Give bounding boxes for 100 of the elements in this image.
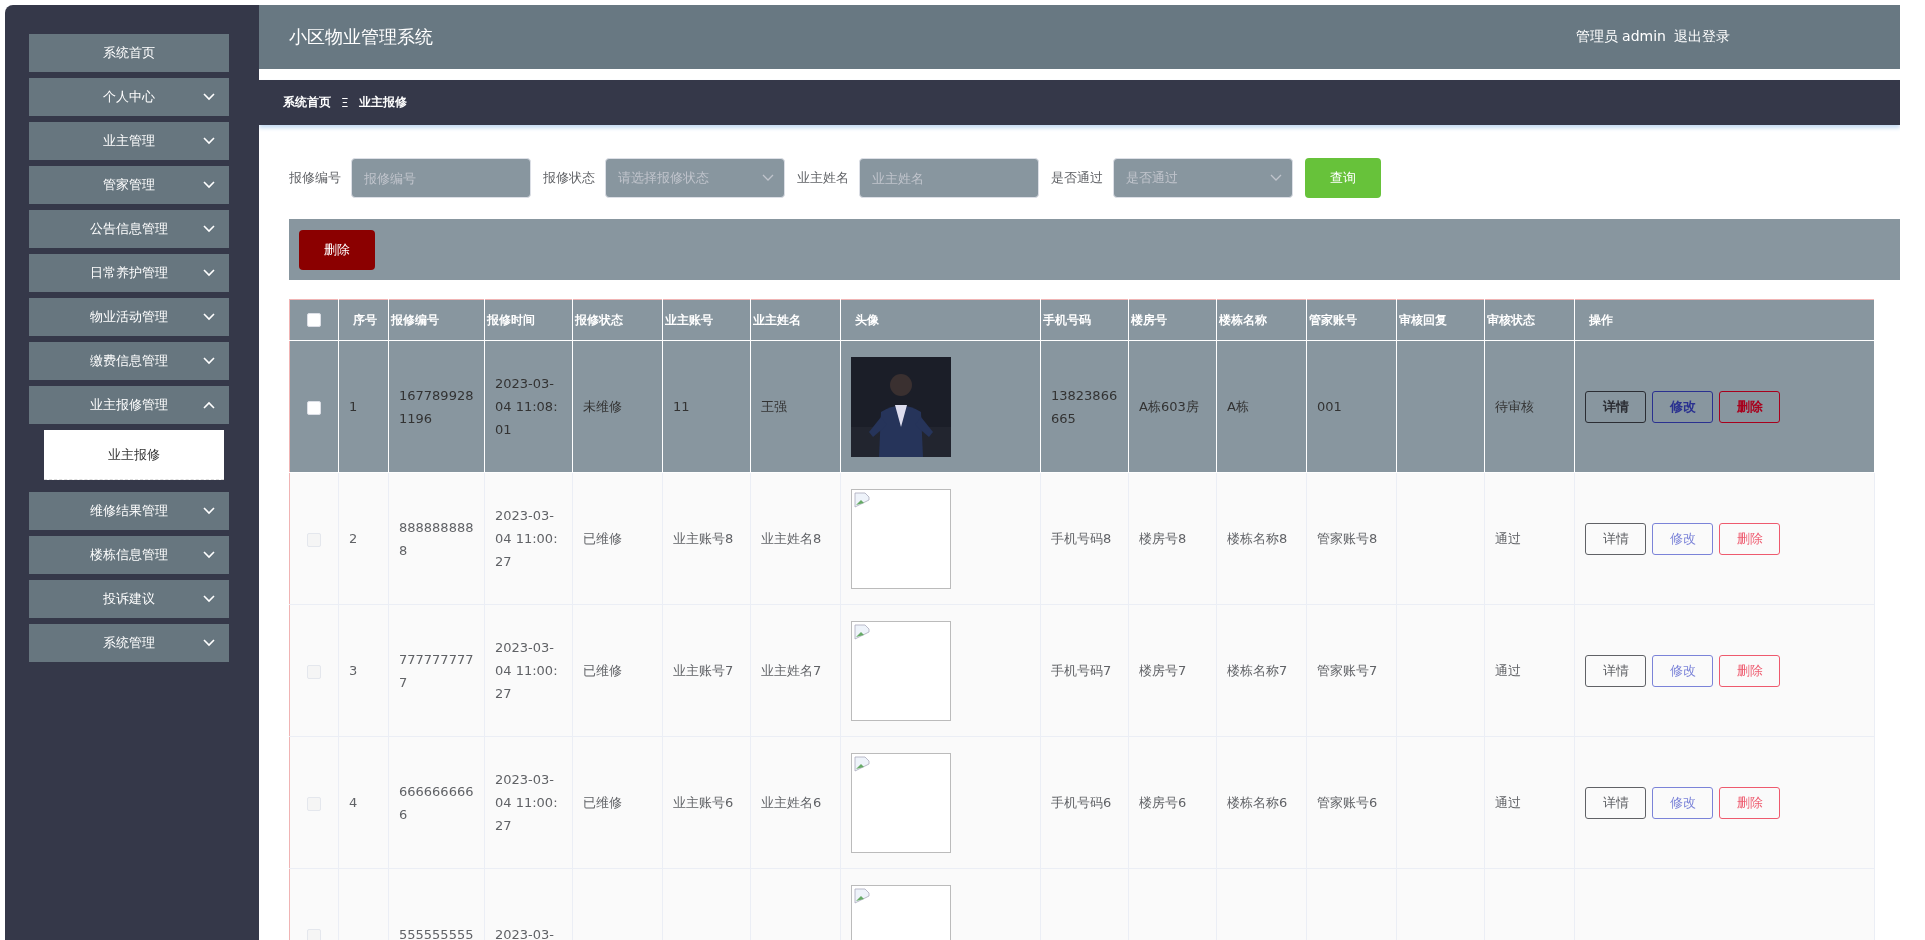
edit-button[interactable]: 修改 xyxy=(1652,654,1713,687)
manager-account: 管家账号7 xyxy=(1317,663,1378,678)
owner-name: 业主姓名7 xyxy=(761,663,822,678)
table-row[interactable]: 2 8888888888 2023-03-04 11:00:27 已维修 业主账号8 业主姓名8 手机号码8 楼房号8 楼栋名称8 管家账号8 通过 详情 修改 删除 xyxy=(289,472,1875,605)
select-all-checkbox[interactable] xyxy=(307,313,321,328)
filter-label: 是否通过 xyxy=(1051,169,1103,187)
repair-time: 2023-03- xyxy=(495,927,554,940)
phone-number: 手机号码8 xyxy=(1051,531,1112,546)
manager-account: 001 xyxy=(1317,399,1342,414)
owner-name: 业主姓名6 xyxy=(761,795,822,810)
app-title: 小区物业管理系统 xyxy=(289,25,433,49)
delete-button[interactable]: 删除 xyxy=(1719,654,1780,687)
sidebar-item[interactable]: 维修结果管理 xyxy=(29,492,229,530)
delete-button[interactable]: 删除 xyxy=(1719,522,1780,555)
building-name: 楼栋名称8 xyxy=(1227,531,1288,546)
repair-code: 1677899281196 xyxy=(399,387,474,426)
table-row[interactable]: 4 6666666666 2023-03-04 11:00:27 已维修 业主账号6 业主姓名6 手机号码6 楼房号6 楼栋名称6 管家账号6 通过 详情 修改 删除 xyxy=(289,736,1875,869)
table-row[interactable]: 3 7777777777 2023-03-04 11:00:27 已维修 业主账号7 业主姓名7 手机号码7 楼房号7 楼栋名称7 管家账号7 通过 详情 修改 删除 xyxy=(289,604,1875,737)
filter-label: 业主姓名 xyxy=(797,169,849,187)
delete-button[interactable]: 删除 xyxy=(1719,390,1780,423)
sidebar-item[interactable]: 日常养护管理 xyxy=(29,254,229,292)
column-header: 序号 xyxy=(338,299,389,341)
owner-account: 业主账号7 xyxy=(673,663,734,678)
sidebar-item[interactable]: 业主管理 xyxy=(29,122,229,160)
repair-code: 555555555 xyxy=(399,927,474,940)
filter-label: 报修状态 xyxy=(543,169,595,187)
column-header: 报修时间 xyxy=(484,299,573,341)
owner-name: 王强 xyxy=(761,399,787,414)
repair-status: 未维修 xyxy=(583,399,622,414)
row-number: 1 xyxy=(349,399,358,414)
details-button[interactable]: 详情 xyxy=(1585,654,1646,687)
column-header: 管家账号 xyxy=(1306,299,1397,341)
sidebar-item[interactable]: 楼栋信息管理 xyxy=(29,536,229,574)
sidebar-item[interactable]: 业主报修管理 xyxy=(29,386,229,424)
breadcrumb-current: 业主报修 xyxy=(358,94,407,111)
audit-status: 待审核 xyxy=(1495,399,1534,414)
phone-number: 13823866665 xyxy=(1051,387,1118,426)
column-header: 楼栋名称 xyxy=(1216,299,1307,341)
room-number: 楼房号6 xyxy=(1139,795,1187,810)
edit-button[interactable]: 修改 xyxy=(1652,390,1713,423)
column-header: 业主姓名 xyxy=(750,299,841,341)
edit-button[interactable]: 修改 xyxy=(1652,522,1713,555)
building-name: 楼栋名称6 xyxy=(1227,795,1288,810)
broken-image-icon xyxy=(854,755,870,772)
column-header: 楼房号 xyxy=(1128,299,1217,341)
user-name: 管理员 admin xyxy=(1575,28,1666,46)
details-button[interactable]: 详情 xyxy=(1585,786,1646,819)
breadcrumb-separator: Ξ xyxy=(341,95,349,110)
row-number: 2 xyxy=(349,531,358,546)
sidebar-subitem[interactable]: 业主报修 xyxy=(44,430,224,480)
audit-status: 通过 xyxy=(1495,663,1521,678)
filter-label: 报修编号 xyxy=(289,169,341,187)
owner-account: 11 xyxy=(673,399,690,414)
details-button[interactable]: 详情 xyxy=(1585,522,1646,555)
delete-button[interactable]: 删除 xyxy=(299,229,375,270)
sidebar-item[interactable]: 公告信息管理 xyxy=(29,210,229,248)
room-number: A栋603房 xyxy=(1139,399,1199,414)
phone-number: 手机号码7 xyxy=(1051,663,1112,678)
column-header: 报修编号 xyxy=(388,299,485,341)
repair-time: 2023-03-04 11:00:27 xyxy=(495,772,558,833)
repair-time: 2023-03-04 11:00:27 xyxy=(495,508,558,569)
owner-name: 业主姓名8 xyxy=(761,531,822,546)
row-number: 3 xyxy=(349,663,358,678)
repair-time: 2023-03-04 11:08:01 xyxy=(495,376,558,437)
column-header: 报修状态 xyxy=(572,299,663,341)
column-header: 手机号码 xyxy=(1040,299,1129,341)
sidebar-item[interactable]: 投诉建议 xyxy=(29,580,229,618)
column-header: 审核状态 xyxy=(1484,299,1575,341)
manager-account: 管家账号8 xyxy=(1317,531,1378,546)
repair-status: 已维修 xyxy=(583,663,622,678)
sidebar-item[interactable]: 个人中心 xyxy=(29,78,229,116)
column-header: 审核回复 xyxy=(1396,299,1485,341)
details-button[interactable]: 详情 xyxy=(1585,390,1646,423)
column-header: 业主账号 xyxy=(662,299,751,341)
edit-button[interactable]: 修改 xyxy=(1652,786,1713,819)
sidebar-item[interactable]: 系统管理 xyxy=(29,624,229,662)
sidebar-item[interactable]: 管家管理 xyxy=(29,166,229,204)
column-header: 操作 xyxy=(1574,299,1875,341)
chevron-down-icon xyxy=(762,174,774,182)
building-name: A栋 xyxy=(1227,399,1249,414)
repair-code: 6666666666 xyxy=(399,783,474,822)
repair-status: 已维修 xyxy=(583,531,622,546)
repair-code: 8888888888 xyxy=(399,519,474,558)
sidebar-item[interactable]: 缴费信息管理 xyxy=(29,342,229,380)
repair-code: 7777777777 xyxy=(399,651,474,690)
sidebar-item[interactable]: 物业活动管理 xyxy=(29,298,229,336)
table-row[interactable]: 1 1677899281196 2023-03-04 11:08:01 未维修 11 王强 13823866665 A栋603房 A栋 001 待审核 详情 修改 删除 xyxy=(289,340,1875,473)
row-checkbox[interactable] xyxy=(307,400,321,415)
logout-link[interactable]: 退出登录 xyxy=(1674,28,1730,46)
sidebar-item[interactable]: 系统首页 xyxy=(29,34,229,72)
table-row[interactable]: 555555555 2023-03- xyxy=(289,868,1875,940)
broken-image-icon xyxy=(854,887,870,904)
audit-status: 通过 xyxy=(1495,795,1521,810)
room-number: 楼房号8 xyxy=(1139,531,1187,546)
delete-button[interactable]: 删除 xyxy=(1719,786,1780,819)
row-number: 4 xyxy=(349,795,358,810)
breadcrumb-link[interactable]: 系统首页 xyxy=(283,94,331,111)
column-header: 头像 xyxy=(840,299,1041,341)
broken-image-icon xyxy=(854,491,870,508)
building-name: 楼栋名称7 xyxy=(1227,663,1288,678)
